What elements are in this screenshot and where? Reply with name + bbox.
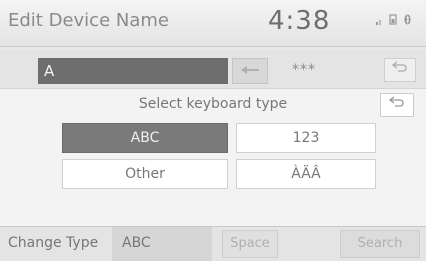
bluetooth-icon	[404, 14, 411, 28]
bottom-bar: Change Type ABC Space Search	[0, 226, 426, 261]
input-row: A ***	[0, 50, 426, 88]
space-button[interactable]: Space	[222, 230, 278, 258]
keyboard-type-123-button[interactable]: 123	[236, 123, 376, 153]
screen-title: Edit Device Name	[8, 10, 169, 31]
masked-text: ***	[292, 62, 316, 78]
status-icons	[376, 14, 415, 28]
return-arrow-icon	[388, 96, 405, 112]
title-bar: Edit Device Name 4:38	[0, 0, 426, 47]
backspace-button[interactable]	[232, 58, 268, 84]
panel-title: Select keyboard type	[138, 96, 288, 112]
arrow-left-icon	[240, 60, 260, 79]
change-type-label: Change Type	[8, 235, 99, 251]
keyboard-type-other-button[interactable]: Other	[62, 159, 228, 189]
back-button-top[interactable]	[384, 58, 416, 82]
screen: Edit Device Name 4:38 A *** Select keybo…	[0, 0, 426, 261]
return-arrow-icon	[391, 61, 408, 77]
back-button-panel[interactable]	[380, 93, 414, 117]
change-type-button[interactable]: ABC	[112, 227, 212, 261]
keyboard-type-panel: Select keyboard type ABC 123 Other ÀÄÂ	[0, 88, 426, 227]
device-name-input[interactable]: A	[38, 58, 228, 84]
keyboard-type-accented-button[interactable]: ÀÄÂ	[236, 159, 376, 189]
search-button[interactable]: Search	[340, 230, 420, 258]
keyboard-type-abc-button[interactable]: ABC	[62, 123, 228, 153]
phone-battery-icon	[389, 14, 400, 28]
signal-icon	[376, 17, 385, 28]
clock: 4:38	[268, 6, 331, 36]
